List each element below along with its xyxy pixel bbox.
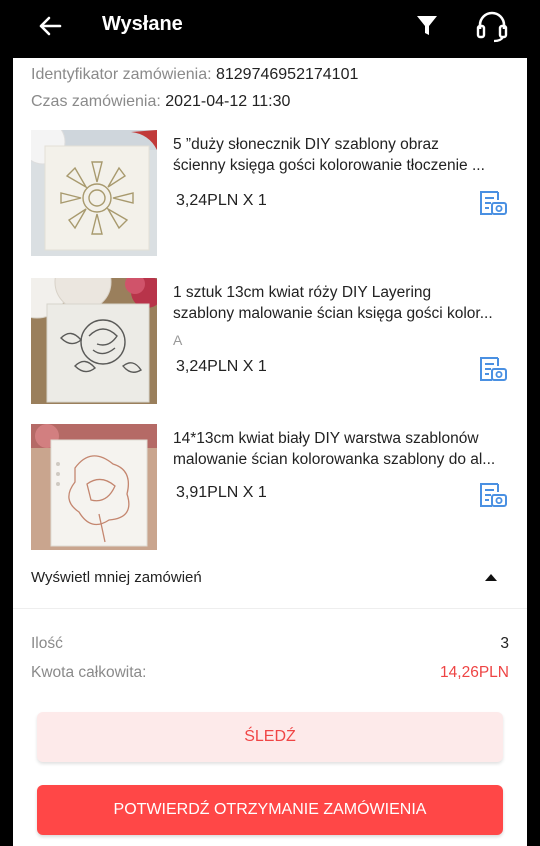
item-name[interactable]: 14*13cm kwiat biały DIY warstwa szablonó…: [173, 428, 507, 470]
quantity-row: Ilość 3: [31, 635, 509, 653]
filter-icon[interactable]: [414, 12, 440, 38]
product-image-sunflower-stencil[interactable]: [31, 130, 157, 256]
back-arrow-icon[interactable]: [34, 10, 66, 42]
order-id-row: Identyfikator zamówienia: 81297469521741…: [31, 66, 358, 84]
divider: [13, 608, 527, 609]
item-name[interactable]: 5 ”duży słonecznik DIY szablony obraz śc…: [173, 134, 507, 176]
item-name[interactable]: 1 sztuk 13cm kwiat róży DIY Layering sza…: [173, 282, 507, 324]
order-item[interactable]: 1 sztuk 13cm kwiat róży DIY Layering sza…: [13, 278, 527, 406]
item-price: 3,91PLN X 1: [176, 484, 267, 501]
product-image-rose-stencil[interactable]: [31, 278, 157, 404]
item-variant: A: [173, 332, 183, 348]
order-id-label: Identyfikator zamówienia:: [31, 66, 212, 83]
quantity-value: 3: [500, 635, 509, 652]
order-id-value[interactable]: 8129746952174101: [216, 66, 358, 83]
order-time-label: Czas zamówienia:: [31, 93, 161, 110]
confirm-receipt-button[interactable]: POTWIERDŹ OTRZYMANIE ZAMÓWIENIA: [37, 785, 503, 835]
quantity-label: Ilość: [31, 635, 63, 652]
item-price: 3,24PLN X 1: [176, 358, 267, 375]
photo-review-icon[interactable]: [476, 186, 508, 218]
total-label: Kwota całkowita:: [31, 664, 147, 681]
caret-up-icon[interactable]: [483, 571, 499, 583]
headset-icon[interactable]: [474, 9, 510, 43]
show-less-orders-link[interactable]: Wyświetl mniej zamówień: [31, 569, 202, 586]
order-time-row: Czas zamówienia: 2021-04-12 11:30: [31, 93, 290, 111]
order-card: Identyfikator zamówienia: 81297469521741…: [13, 58, 527, 846]
page-title: Wysłane: [102, 13, 183, 35]
photo-review-icon[interactable]: [476, 478, 508, 510]
order-item[interactable]: 14*13cm kwiat biały DIY warstwa szablonó…: [13, 424, 527, 552]
photo-review-icon[interactable]: [476, 352, 508, 384]
total-row: Kwota całkowita: 14,26PLN: [31, 664, 509, 682]
top-bar: Wysłane: [0, 0, 540, 58]
track-button[interactable]: ŚLEDŹ: [37, 712, 503, 762]
order-time-value: 2021-04-12 11:30: [165, 93, 291, 110]
product-image-flower-stencil[interactable]: [31, 424, 157, 550]
order-item[interactable]: 5 ”duży słonecznik DIY szablony obraz śc…: [13, 130, 527, 258]
item-price: 3,24PLN X 1: [176, 192, 267, 209]
total-value: 14,26PLN: [440, 664, 509, 681]
